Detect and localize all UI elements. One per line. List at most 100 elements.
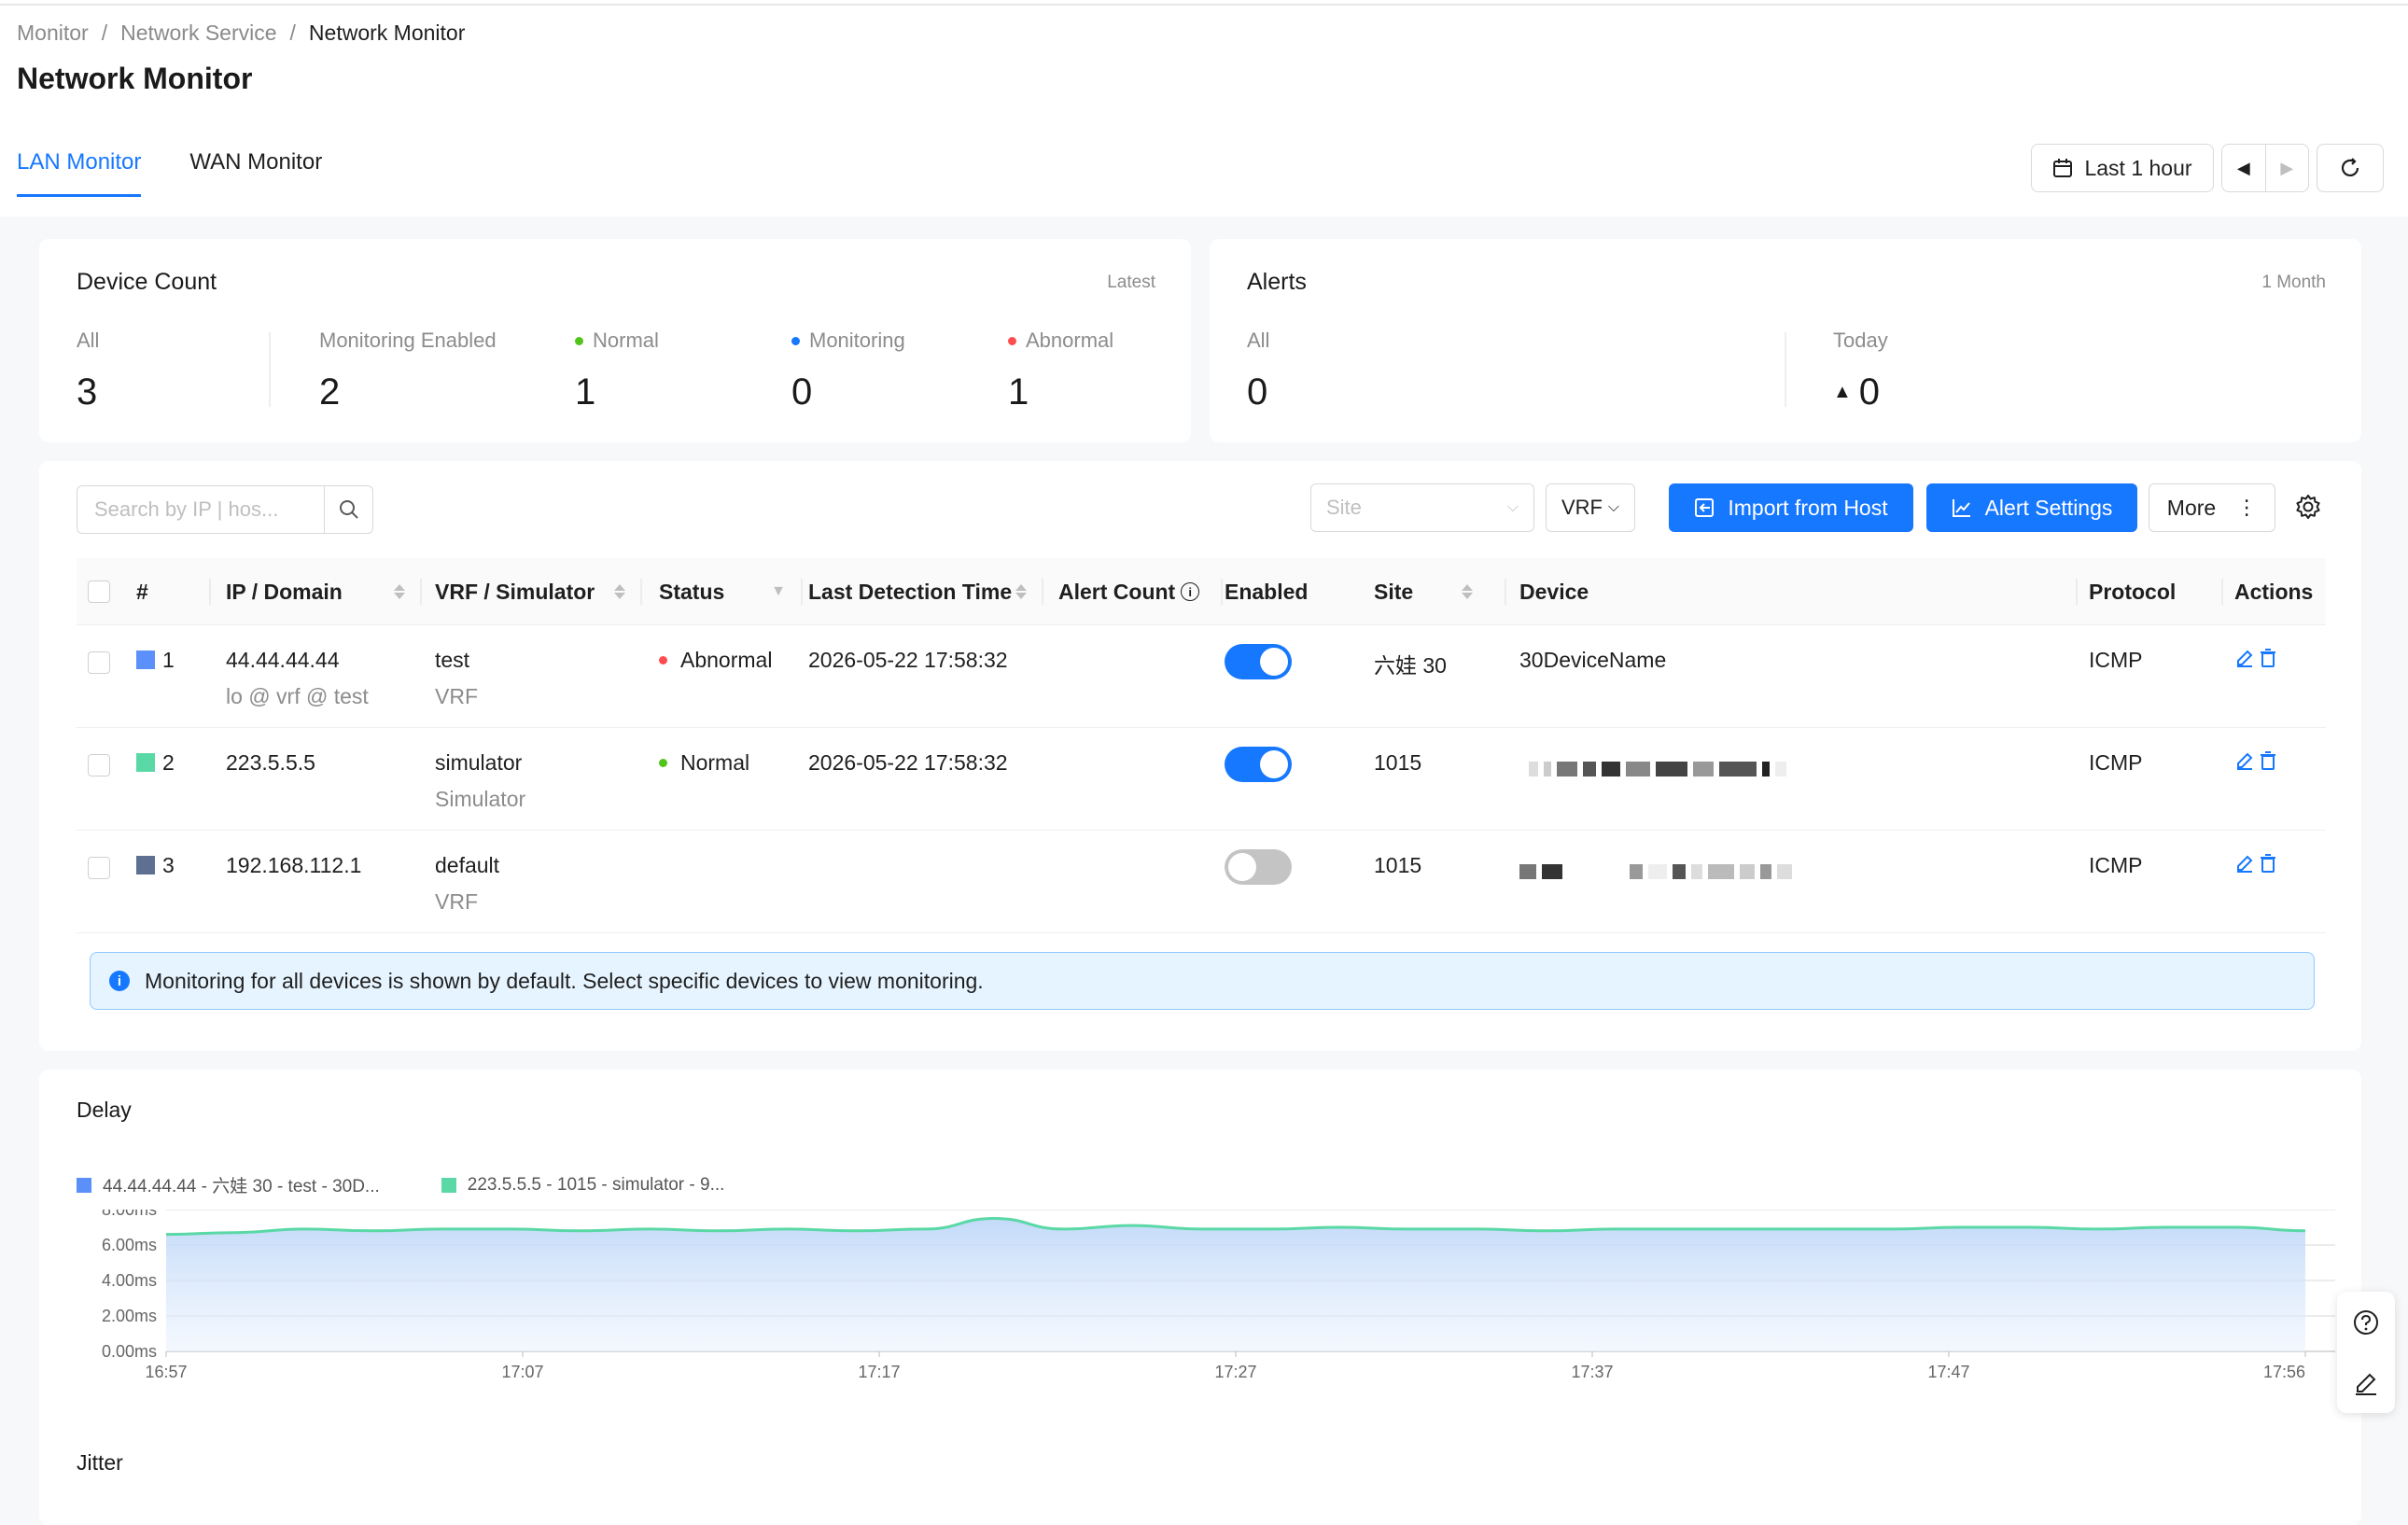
x-tick-label: 17:17: [858, 1363, 900, 1381]
search-input[interactable]: [77, 486, 324, 533]
table-row[interactable]: 1 44.44.44.44 lo @ vrf @ test test VRF Abn…: [77, 625, 2326, 728]
stat-label: Normal: [593, 329, 659, 352]
info-icon: i: [109, 971, 130, 991]
y-tick-label: 2.00ms: [102, 1307, 157, 1325]
protocol-value: ICMP: [2089, 648, 2143, 672]
col-divider: [2221, 579, 2223, 605]
status-cell: Normal: [659, 750, 749, 776]
more-button[interactable]: More ⋮: [2149, 483, 2275, 532]
monitor-tabs: LAN Monitor WAN Monitor: [17, 149, 322, 197]
row-checkbox[interactable]: [88, 857, 110, 879]
tab-lan-monitor[interactable]: LAN Monitor: [17, 149, 142, 197]
stat-monitoring-enabled: Monitoring Enabled 2: [319, 329, 497, 413]
calendar-icon: [2053, 159, 2073, 177]
protocol-value: ICMP: [2089, 750, 2143, 775]
edit-icon[interactable]: [2234, 648, 2255, 668]
site-value: 六娃 30: [1374, 653, 1447, 678]
stat-value: 1: [575, 371, 596, 413]
sort-icon[interactable]: [1015, 584, 1027, 599]
select-all-checkbox[interactable]: [88, 581, 110, 603]
legend-swatch: [441, 1177, 456, 1193]
legend-item[interactable]: 44.44.44.44 - 六娃 30 - test - 30D...: [77, 1172, 380, 1197]
enabled-cell: [1225, 747, 1292, 782]
sort-icon[interactable]: [614, 584, 625, 599]
protocol-value: ICMP: [2089, 853, 2143, 877]
tab-wan-monitor[interactable]: WAN Monitor: [189, 149, 322, 197]
series-color-swatch: [136, 856, 155, 874]
filter-icon[interactable]: ▼: [771, 583, 786, 600]
vrf-select[interactable]: VRF ⌵: [1546, 483, 1635, 532]
x-tick-label: 17:47: [1927, 1363, 1969, 1381]
enabled-toggle[interactable]: [1225, 849, 1292, 885]
more-label: More: [2166, 495, 2217, 520]
x-tick-label: 17:56: [2263, 1363, 2305, 1381]
import-from-host-button[interactable]: Import from Host: [1669, 483, 1913, 532]
x-tick-label: 17:07: [501, 1363, 543, 1381]
row-number: 2: [136, 750, 175, 776]
alerts-title: Alerts: [1247, 269, 1307, 295]
prev-period-button[interactable]: ◀: [2222, 145, 2265, 191]
monitoring-dot: [791, 336, 800, 345]
enabled-toggle[interactable]: [1225, 644, 1292, 679]
legend-item[interactable]: 223.5.5.5 - 1015 - simulator - 9...: [441, 1172, 725, 1197]
device-count-title: Device Count: [77, 269, 217, 295]
legend-label: 223.5.5.5 - 1015 - simulator - 9...: [467, 1174, 725, 1195]
info-circle-icon[interactable]: i: [1181, 582, 1200, 601]
info-alert: i Monitoring for all devices is shown by…: [90, 952, 2315, 1010]
search-button[interactable]: [324, 486, 372, 533]
row-checkbox[interactable]: [88, 754, 110, 776]
legend-label: 44.44.44.44 - 六娃 30 - test - 30D...: [103, 1177, 380, 1196]
vrf-cell: default VRF: [435, 853, 499, 915]
status-dot: [659, 759, 667, 767]
edit-icon[interactable]: [2352, 1369, 2380, 1397]
page-title: Network Monitor: [17, 62, 253, 95]
device-redacted: [1529, 756, 1786, 782]
col-number: #: [136, 558, 211, 625]
delete-icon[interactable]: [2259, 750, 2277, 771]
stat-value: 0: [791, 371, 813, 413]
breadcrumb-monitor[interactable]: Monitor: [17, 21, 89, 46]
col-vrf-simulator[interactable]: VRF / Simulator: [435, 558, 638, 625]
edit-icon[interactable]: [2234, 750, 2255, 771]
search-box: [77, 485, 373, 534]
vrf-select-label: VRF: [1561, 496, 1603, 519]
site-select[interactable]: Site ⌵: [1310, 483, 1534, 532]
col-enabled: Enabled: [1225, 558, 1346, 625]
col-site[interactable]: Site: [1374, 558, 1486, 625]
refresh-button[interactable]: [2317, 144, 2384, 192]
y-tick-label: 4.00ms: [102, 1271, 157, 1290]
col-last-detection[interactable]: Last Detection Time: [808, 558, 1040, 625]
time-nav-group: ◀ ▶: [2221, 144, 2309, 192]
delay-chart-card: Delay 44.44.44.44 - 六娃 30 - test - 30D..…: [39, 1070, 2361, 1525]
sort-icon[interactable]: [394, 584, 405, 599]
row-select-cell: [88, 857, 110, 879]
settings-button[interactable]: [2294, 493, 2324, 523]
time-range-button[interactable]: Last 1 hour: [2031, 144, 2214, 192]
edit-icon[interactable]: [2234, 853, 2255, 874]
col-status[interactable]: Status ▼: [659, 558, 799, 625]
col-ip-domain[interactable]: IP / Domain: [226, 558, 418, 625]
sort-icon[interactable]: [1462, 584, 1473, 599]
time-range-label: Last 1 hour: [2084, 155, 2192, 180]
stat-value: 3: [77, 371, 98, 413]
breadcrumb-network-service[interactable]: Network Service: [120, 21, 276, 46]
row-actions: [2234, 853, 2277, 874]
delete-icon[interactable]: [2259, 648, 2277, 668]
x-tick-label: 16:57: [145, 1363, 187, 1381]
enabled-cell: [1225, 644, 1292, 679]
ip-value: 44.44.44.44: [226, 648, 340, 672]
next-period-button[interactable]: ▶: [2264, 145, 2309, 191]
delete-icon[interactable]: [2259, 853, 2277, 874]
table-row[interactable]: 2 223.5.5.5 simulator Simulator Normal 20…: [77, 728, 2326, 831]
row-checkbox[interactable]: [88, 651, 110, 674]
alert-settings-button[interactable]: Alert Settings: [1926, 483, 2137, 532]
site-value: 1015: [1374, 853, 1422, 877]
row-number-label: 3: [162, 853, 175, 877]
trend-up-icon: ▲: [1833, 382, 1852, 402]
col-label: Enabled: [1225, 579, 1309, 604]
vrf-sub: Simulator: [435, 787, 526, 811]
jitter-chart-title: Jitter: [77, 1450, 123, 1475]
help-icon[interactable]: [2352, 1308, 2380, 1336]
table-row[interactable]: 3 192.168.112.1 default VRF 1015 ICMP: [77, 831, 2326, 933]
enabled-toggle[interactable]: [1225, 747, 1292, 782]
